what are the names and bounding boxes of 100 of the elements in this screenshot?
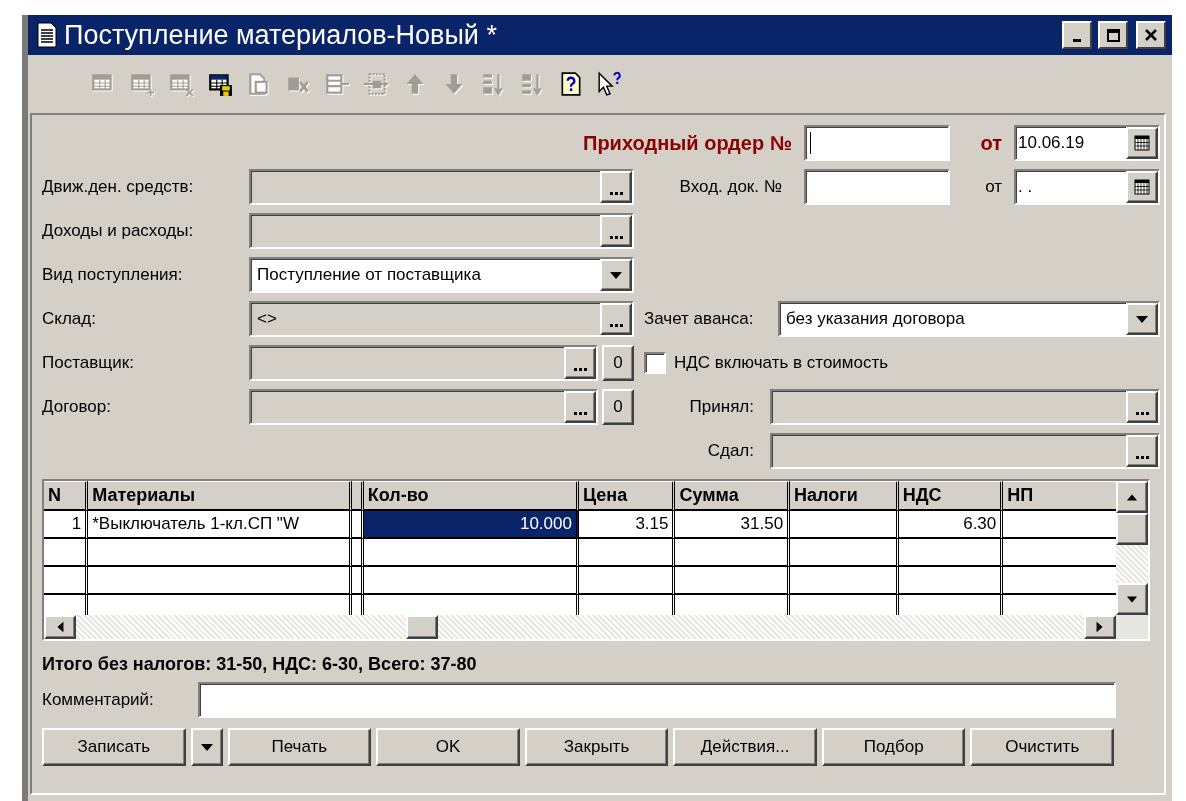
select-button[interactable]	[1126, 391, 1158, 423]
field-label: Вид поступления:	[42, 264, 184, 287]
action-button[interactable]: Закрыть	[524, 728, 669, 766]
scroll-thumb[interactable]	[1116, 513, 1148, 545]
date-field[interactable]: 10.06.19	[1014, 125, 1160, 161]
date-label: от	[984, 176, 1003, 199]
column-header[interactable]: Материалы	[88, 481, 352, 511]
dropdown-value: без указания договора	[785, 308, 966, 331]
scroll-thumb[interactable]	[406, 615, 438, 639]
action-button[interactable]: Записать	[42, 728, 186, 766]
reference-field[interactable]	[249, 169, 634, 205]
reference-field[interactable]	[770, 389, 1160, 425]
vertical-scrollbar[interactable]	[1116, 481, 1148, 615]
calendar-icon	[1133, 134, 1151, 152]
select-button[interactable]	[600, 215, 632, 247]
table-cell[interactable]: 1	[44, 511, 89, 539]
select-button[interactable]	[600, 303, 632, 335]
date-label: от	[979, 131, 1003, 156]
field-label: Сдал:	[706, 440, 755, 463]
select-button[interactable]	[600, 171, 632, 203]
comment-label: Комментарий:	[42, 689, 155, 712]
close-icon	[1145, 29, 1157, 41]
column-header[interactable]: Кол-во	[363, 481, 579, 511]
checkbox[interactable]	[644, 352, 666, 374]
caret-down-icon	[1125, 593, 1139, 605]
field-label: Зачет аванса:	[644, 308, 755, 331]
close-button[interactable]	[1136, 21, 1166, 49]
select-button[interactable]	[564, 391, 596, 423]
dropdown-button[interactable]	[1126, 303, 1158, 335]
table-cell[interactable]: 6.30	[898, 511, 1004, 539]
minimize-button[interactable]	[1062, 21, 1092, 49]
text-cursor	[810, 132, 811, 154]
column-header[interactable]: Сумма	[675, 481, 791, 511]
ellipsis-icon	[609, 191, 623, 195]
dropdown-button[interactable]	[190, 728, 223, 766]
dropdown-button[interactable]	[600, 259, 632, 291]
field-label: Принял:	[688, 396, 755, 419]
reference-field[interactable]	[249, 345, 598, 381]
save-icon[interactable]	[207, 71, 233, 97]
window-title: Поступление материалов-Новый *	[64, 21, 498, 49]
column-header[interactable]: Цена	[578, 481, 676, 511]
column-header[interactable]: N	[44, 481, 89, 511]
ellipsis-icon	[573, 367, 587, 371]
ellipsis-icon	[609, 323, 623, 327]
doc-number-label: Вход. док. №	[679, 176, 782, 199]
reference-field[interactable]	[249, 389, 598, 425]
date-value: 10.06.19	[1017, 132, 1086, 155]
field-label: Склад:	[42, 308, 97, 331]
dropdown-value: Поступление от поставщика	[256, 264, 482, 287]
table-cell[interactable]: 10.000	[363, 511, 579, 539]
maximize-button[interactable]	[1098, 21, 1128, 49]
calendar-button[interactable]	[1126, 127, 1158, 159]
minimize-icon	[1073, 39, 1081, 42]
action-button[interactable]: Подбор	[821, 728, 966, 766]
action-button[interactable]: Очистить	[970, 728, 1115, 766]
ellipsis-icon	[1135, 411, 1149, 415]
reference-field[interactable]: <>	[249, 301, 634, 337]
checkbox-label: НДС включать в стоимость	[674, 352, 889, 375]
field-label: Договор:	[42, 396, 112, 419]
calendar-icon	[1133, 178, 1151, 196]
clear-button[interactable]: 0	[602, 345, 634, 381]
horizontal-scrollbar[interactable]	[44, 615, 1116, 639]
field-label: Движ.ден. средств:	[42, 176, 195, 199]
action-button[interactable]: OK	[376, 728, 520, 766]
dropdown-field[interactable]: без указания договора	[778, 301, 1160, 337]
field-value: <>	[256, 308, 278, 331]
table-cell[interactable]	[790, 511, 899, 539]
reference-field[interactable]	[249, 213, 634, 249]
scroll-up-button[interactable]	[1116, 481, 1148, 513]
ellipsis-icon	[573, 411, 587, 415]
field-label: Поставщик:	[42, 352, 135, 375]
date-field[interactable]: . .	[1014, 169, 1160, 205]
scroll-right-button[interactable]	[1084, 615, 1116, 639]
help-pointer-icon[interactable]	[597, 71, 623, 97]
table-cell[interactable]: 3.15	[578, 511, 676, 539]
ellipsis-icon	[1135, 455, 1149, 459]
column-header[interactable]: НП	[1003, 481, 1116, 511]
select-button[interactable]	[1126, 435, 1158, 467]
reference-field[interactable]	[770, 433, 1160, 469]
order-number-label: Приходный ордер №	[583, 131, 792, 156]
action-button[interactable]: Действия...	[673, 728, 817, 766]
clear-button[interactable]: 0	[602, 389, 634, 425]
calendar-button[interactable]	[1126, 171, 1158, 203]
action-button[interactable]: Печать	[227, 728, 372, 766]
document-icon	[36, 22, 58, 48]
select-button[interactable]	[564, 347, 596, 379]
number-field[interactable]	[804, 169, 950, 205]
scroll-down-button[interactable]	[1116, 583, 1148, 615]
table-cell[interactable]: 31.50	[675, 511, 791, 539]
totals-text: Итого без налогов: 31-50, НДС: 6-30, Всего: 37-80	[42, 653, 478, 676]
table-cell[interactable]: *Выключатель 1-кл.СП "W	[88, 511, 352, 539]
column-header[interactable]: Налоги	[790, 481, 899, 511]
date-value: . .	[1017, 176, 1034, 199]
scroll-left-button[interactable]	[44, 615, 76, 639]
field-label: Доходы и расходы:	[42, 220, 195, 243]
column-header[interactable]: НДС	[898, 481, 1004, 511]
number-field[interactable]	[804, 125, 950, 161]
ellipsis-icon	[609, 235, 623, 239]
comment-field[interactable]	[198, 682, 1116, 718]
dropdown-field[interactable]: Поступление от поставщика	[249, 257, 634, 293]
